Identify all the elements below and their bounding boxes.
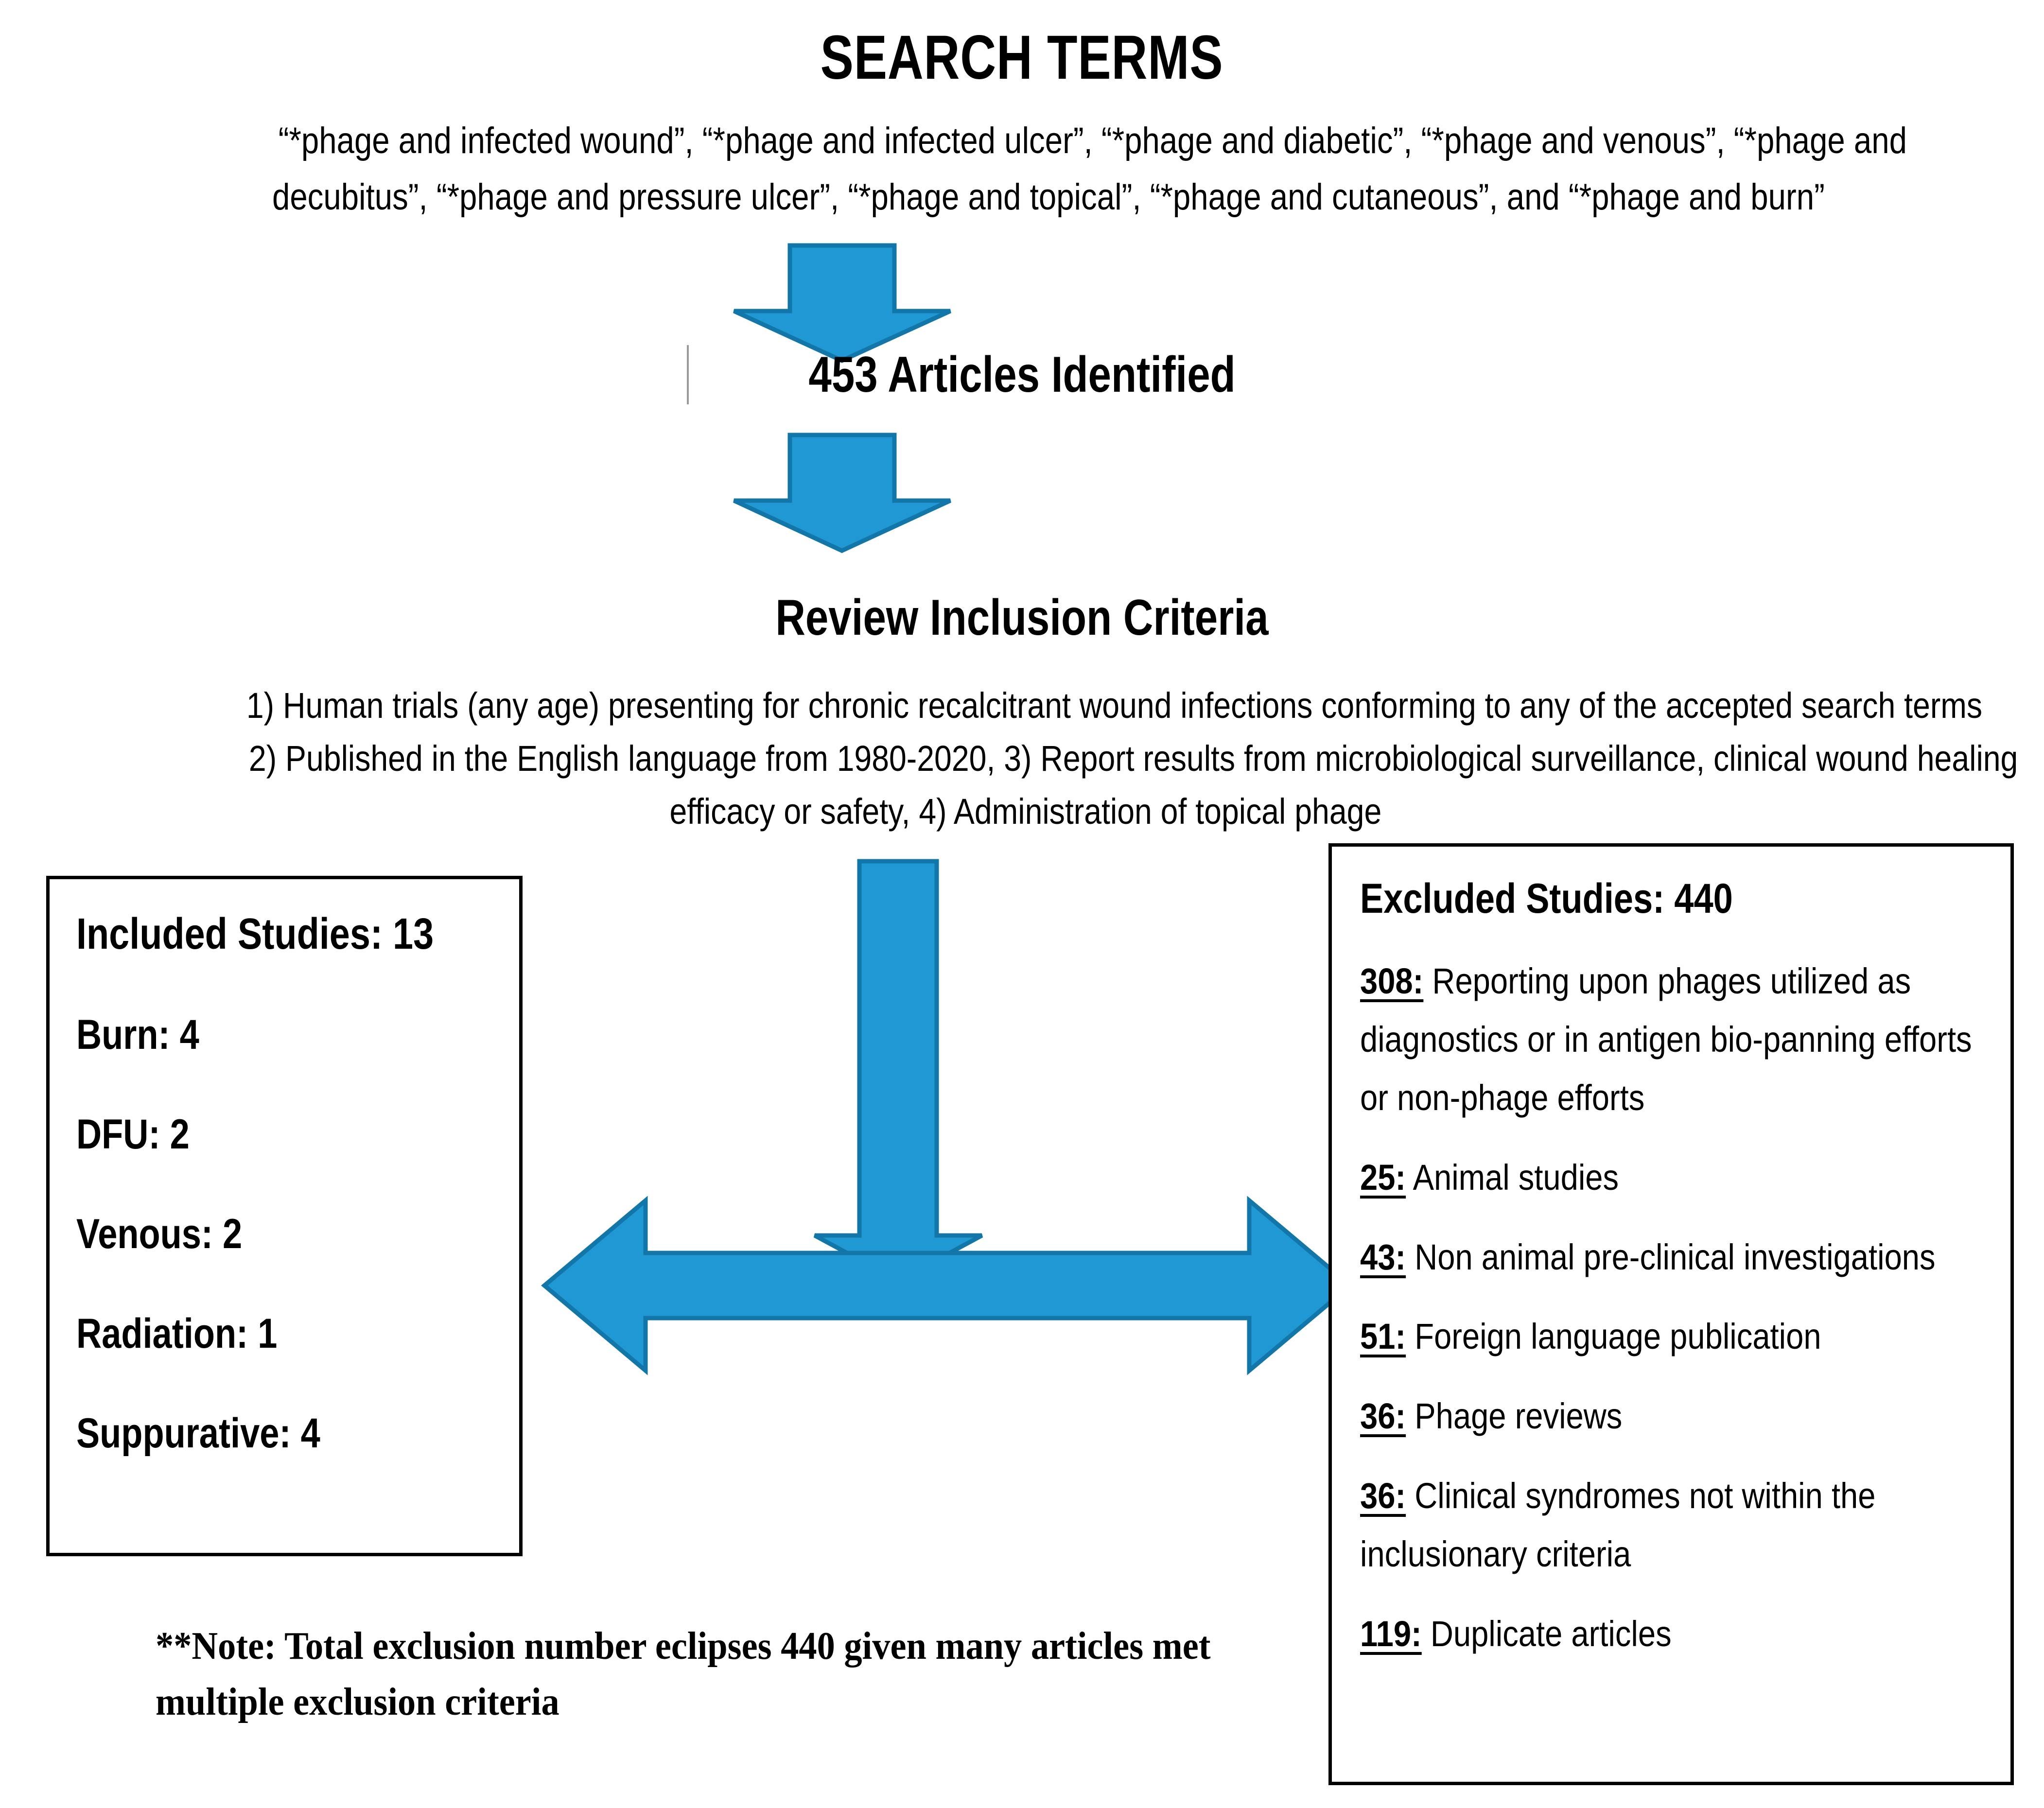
excluded-count-25: 25: [1360,1157,1406,1198]
included-studies-content: Included Studies: 13 Burn: 4 DFU: 2 Veno… [50,879,519,1458]
excluded-label-51: Foreign language publication [1406,1316,1821,1357]
excluded-count-119: 119: [1360,1613,1422,1654]
inclusion-criteria-list: 1) Human trials (any age) presenting for… [117,679,2018,838]
down-arrow-icon-3 [813,859,983,1284]
excluded-row-animal-studies: 25: Animal studies [1360,1148,1987,1207]
criteria-line-3: efficacy or safety, 4) Administration of… [669,791,1382,832]
excluded-studies-content: Excluded Studies: 440 308: Reporting upo… [1332,847,2010,1663]
double-headed-arrow-icon [541,1196,1354,1375]
excluded-studies-title: Excluded Studies: 440 [1360,875,1733,922]
exclusion-note-line-2: multiple exclusion criteria [156,1681,559,1724]
review-inclusion-criteria-heading: Review Inclusion Criteria [775,590,1269,646]
included-studies-title: Included Studies: 13 [76,910,434,958]
excluded-label-308: Reporting upon phages utilized as diagno… [1360,961,1972,1118]
included-row-dfu: DFU: 2 [76,1111,190,1158]
criteria-line-2: 2) Published in the English language fro… [248,738,2018,779]
included-row-radiation: Radiation: 1 [76,1310,278,1357]
down-arrow-icon-2 [733,433,951,553]
included-row-burn: Burn: 4 [76,1011,199,1058]
down-arrow-icon-1 [733,243,951,363]
included-row-suppurative: Suppurative: 4 [76,1410,320,1457]
exclusion-note: **Note: Total exclusion number eclipses … [156,1618,1322,1730]
criteria-line-1: 1) Human trials (any age) presenting for… [246,685,1983,726]
search-terms-line-2: decubitus”, “*phage and pressure ulcer”,… [272,176,1825,218]
excluded-row-duplicates: 119: Duplicate articles [1360,1605,1987,1663]
excluded-label-43: Non animal pre-clinical investigations [1406,1236,1936,1277]
page-title: SEARCH TERMS [0,27,2044,89]
exclusion-note-line-1: **Note: Total exclusion number eclipses … [156,1625,1211,1668]
excluded-count-43: 43: [1360,1236,1406,1277]
excluded-count-36-reviews: 36: [1360,1396,1406,1437]
excluded-row-foreign-language: 51: Foreign language publication [1360,1307,1987,1366]
page-title-text: SEARCH TERMS [821,23,1223,92]
search-terms-line-1: “*phage and infected wound”, “*phage and… [278,120,1907,161]
excluded-count-36-syndromes: 36: [1360,1476,1406,1516]
flowchart-canvas: SEARCH TERMS “*phage and infected wound”… [0,0,2044,1808]
excluded-row-reporting-phages: 308: Reporting upon phages utilized as d… [1360,952,1987,1127]
search-terms-paragraph: “*phage and infected wound”, “*phage and… [146,113,1907,225]
excluded-label-36-reviews: Phage reviews [1406,1396,1623,1437]
included-row-venous: Venous: 2 [76,1211,243,1257]
excluded-label-36-syndromes: Clinical syndromes not within the inclus… [1360,1476,1876,1574]
excluded-row-non-animal-preclinical: 43: Non animal pre-clinical investigatio… [1360,1228,1987,1286]
excluded-label-25: Animal studies [1406,1157,1619,1198]
excluded-label-119: Duplicate articles [1421,1613,1672,1654]
included-studies-box: Included Studies: 13 Burn: 4 DFU: 2 Veno… [46,876,523,1556]
excluded-count-51: 51: [1360,1316,1406,1357]
excluded-count-308: 308: [1360,961,1424,1001]
articles-identified-label: 453 Articles Identified [808,347,1236,403]
excluded-row-phage-reviews: 36: Phage reviews [1360,1387,1987,1445]
excluded-studies-box: Excluded Studies: 440 308: Reporting upo… [1328,843,2014,1785]
excluded-row-clinical-syndromes: 36: Clinical syndromes not within the in… [1360,1467,1987,1583]
